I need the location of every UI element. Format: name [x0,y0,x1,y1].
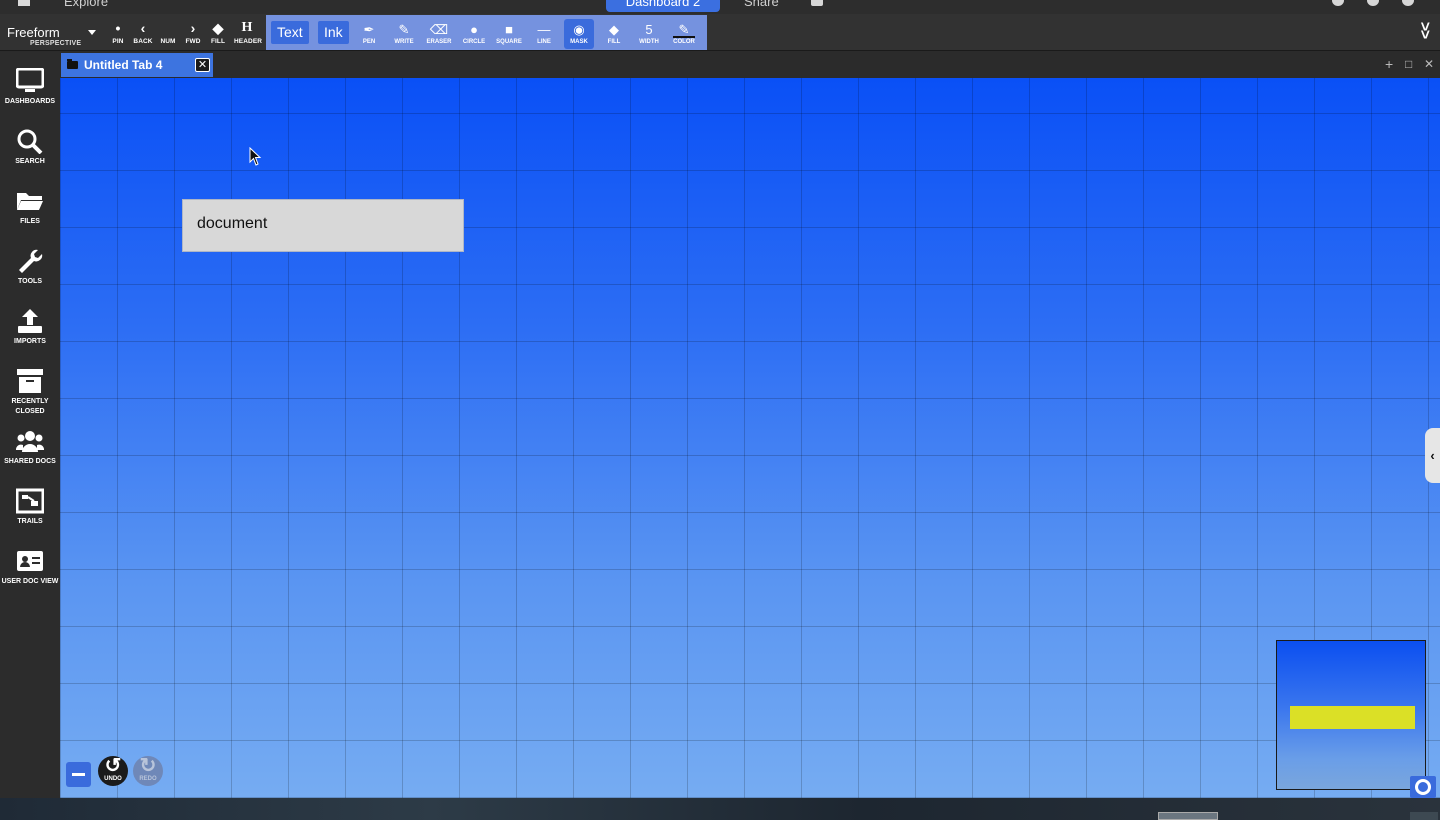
header-icon: H [241,20,253,35]
pen-icon: ✒ [363,22,375,37]
forward-button[interactable]: › FWD [180,20,206,48]
mask-tool-button[interactable]: ◉ MASK [564,19,594,49]
num-icon [155,20,181,36]
sidebar-item-user-doc-view[interactable]: USER DOC VIEW [0,548,60,587]
home-icon[interactable] [18,0,30,6]
sidebar-item-files[interactable]: FILES [0,188,60,227]
sidebar-item-tools[interactable]: TOOLS [0,248,60,287]
pen-tool-button[interactable]: ✒ PEN [354,22,384,50]
eraser-tool-button[interactable]: ⌫ ERASER [424,22,454,50]
mode-dropdown-caret-icon[interactable] [88,30,96,35]
back-button[interactable]: ‹ BACK [130,20,156,48]
redo-icon: ↻ [139,755,157,777]
fill-button[interactable]: ◆ FILL [205,20,231,48]
settings-icon[interactable] [1402,0,1414,6]
id-card-icon [17,551,43,571]
chevron-right-icon: › [190,20,196,36]
mask-icon: ◉ [573,22,585,37]
tab-close-icon[interactable]: ✕ [195,58,210,72]
tab-untitled-4[interactable]: Untitled Tab 4 ✕ [61,53,213,77]
tab-bar: Untitled Tab 4 ✕ + □ ✕ [60,52,1440,78]
zoom-out-button[interactable] [66,762,91,787]
search-icon [17,129,43,154]
mode-label[interactable]: Freeform [7,25,60,40]
desktop-background-strip [0,798,1440,820]
line-tool-button[interactable]: — LINE [529,22,559,50]
help-icon[interactable] [1367,0,1379,6]
archive-icon [17,369,43,393]
left-sidebar: DASHBOARDS SEARCH FILES TOOLS IMPORTS RE… [0,52,60,798]
camera-icon[interactable] [811,0,823,6]
pin-icon: • [115,20,121,36]
globe-button[interactable] [1410,776,1436,798]
ink-mode-button[interactable]: Ink [318,21,349,44]
header-button[interactable]: H HEADER [234,20,262,48]
folder-icon [67,59,78,69]
chevron-left-icon: ‹ [140,20,146,36]
fill-bucket-icon: ◆ [609,22,619,37]
square-icon: ■ [505,22,513,37]
wrench-icon [19,249,43,273]
undo-button[interactable]: ↺ UNDO [98,756,128,786]
top-menu-bar: Explore Dashboard 2 Share [0,0,1440,14]
minimap[interactable] [1276,640,1426,790]
num-button[interactable]: NUM [155,20,181,48]
sidebar-item-imports[interactable]: IMPORTS [0,308,60,347]
monitor-icon [16,68,44,92]
desktop-element [1410,812,1438,820]
redo-button[interactable]: ↻ REDO [133,756,163,786]
width-tool-button[interactable]: 5 WIDTH [634,22,664,50]
mode-sublabel: PERSPECTIVE [30,40,82,47]
minus-icon [72,773,85,776]
dashboard-button[interactable]: Dashboard 2 [606,0,720,12]
sidebar-item-trails[interactable]: TRAILS [0,488,60,527]
mouse-cursor-icon [249,147,262,166]
fill-bucket-icon: ◆ [212,20,224,36]
ink-tools-panel: Text Ink ✒ PEN ✎ WRITE ⌫ ERASER ● CIRCLE… [266,15,707,50]
write-icon: ✎ [398,22,410,37]
circle-icon: ● [470,22,478,37]
freeform-canvas[interactable]: document ‹ ↺ UNDO ↻ REDO [60,78,1440,798]
globe-icon [1415,779,1431,795]
color-icon: ✎ [673,22,695,38]
folder-icon [17,193,43,210]
sidebar-item-search[interactable]: SEARCH [0,128,60,167]
toolbar: Freeform PERSPECTIVE • PIN ‹ BACK NUM › … [0,14,1440,51]
undo-icon: ↺ [104,755,122,777]
pin-button[interactable]: • PIN [105,20,131,48]
sidebar-item-dashboards[interactable]: DASHBOARDS [0,68,60,107]
close-window-icon[interactable]: ✕ [1424,57,1434,71]
upload-icon [18,309,42,333]
minimap-document-marker [1290,706,1415,729]
explore-link[interactable]: Explore [64,0,108,9]
text-mode-button[interactable]: Text [271,21,309,44]
circle-tool-button[interactable]: ● CIRCLE [459,22,489,50]
desktop-window-thumbnail [1158,812,1218,820]
maximize-icon[interactable]: □ [1405,57,1412,71]
width-value: 5 [645,22,653,37]
line-icon: — [537,22,551,37]
sidebar-item-recently-closed[interactable]: RECENTLY CLOSED [0,368,60,417]
users-icon [16,431,44,452]
collapse-drawer-handle[interactable]: ‹ [1425,428,1440,483]
color-tool-button[interactable]: ✎ COLOR [669,22,699,50]
write-tool-button[interactable]: ✎ WRITE [389,22,419,50]
document-node[interactable]: document [182,199,464,252]
share-link[interactable]: Share [744,0,779,9]
square-tool-button[interactable]: ■ SQUARE [494,22,524,50]
app-window: Explore Dashboard 2 Share Freeform PERSP… [0,0,1440,820]
sidebar-item-shared-docs[interactable]: SHARED DOCS [0,428,60,467]
tab-title: Untitled Tab 4 [84,58,163,72]
accessibility-icon[interactable] [1332,0,1344,6]
add-tab-icon[interactable]: + [1385,56,1393,72]
eraser-icon: ⌫ [429,22,449,37]
collapse-toolbar-icon[interactable]: ˅ ˅ [1421,20,1430,44]
fill-tool-button[interactable]: ◆ FILL [599,22,629,50]
trails-icon [16,488,44,514]
